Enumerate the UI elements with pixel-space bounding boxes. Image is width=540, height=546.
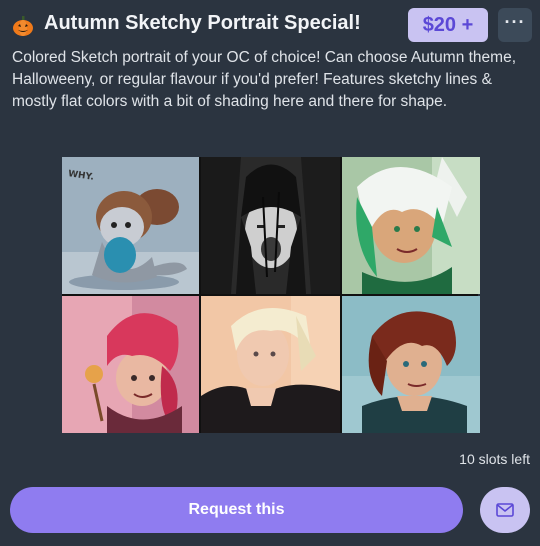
commission-title: Autumn Sketchy Portrait Special!	[44, 12, 361, 34]
gallery-image-red-hair[interactable]	[342, 296, 480, 433]
gallery-image-monochrome[interactable]	[201, 157, 340, 294]
gallery-image-chibi[interactable]: WHY.	[62, 157, 199, 294]
slots-left: 10 slots left	[459, 451, 530, 467]
gallery-image-pink-hair[interactable]	[62, 296, 199, 433]
request-button[interactable]: Request this	[10, 487, 463, 533]
commission-header: Autumn Sketchy Portrait Special! $20 + ·…	[12, 8, 532, 44]
pumpkin-icon	[13, 16, 33, 36]
gallery-image-blonde[interactable]	[201, 296, 340, 433]
price-badge[interactable]: $20 +	[408, 8, 488, 42]
gallery-image-white-green-hair[interactable]	[342, 157, 480, 294]
commission-description: Colored Sketch portrait of your OC of ch…	[12, 49, 517, 110]
example-gallery: WHY.	[62, 157, 480, 433]
mail-icon	[496, 503, 514, 517]
more-options-button[interactable]: ···	[498, 8, 532, 42]
message-button[interactable]	[480, 487, 530, 533]
